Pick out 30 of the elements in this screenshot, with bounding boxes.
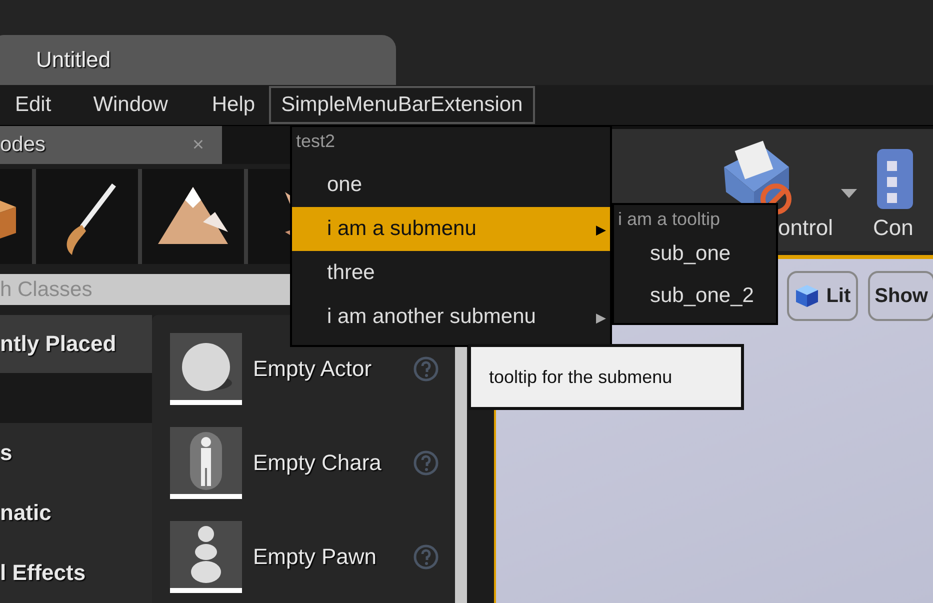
tooltip: tooltip for the submenu (468, 344, 744, 410)
menu-item[interactable]: Window (81, 86, 180, 124)
item-label[interactable]: Empty Chara (253, 450, 413, 476)
tab-title: odes (0, 133, 46, 158)
cube-icon (794, 283, 820, 309)
submenu-arrow-icon: ▶ (596, 222, 610, 236)
viewport-button[interactable]: Lit (787, 271, 858, 321)
category-item[interactable]: l Effects (0, 543, 152, 603)
menu-item[interactable]: SimpleMenuBarExtension (269, 86, 535, 124)
submenu-arrow-icon: ▶ (596, 310, 610, 324)
document-tab[interactable]: Untitled (0, 35, 396, 85)
modes-tab[interactable]: odes × (0, 126, 222, 164)
menu-header: i am a tooltip (617, 208, 722, 231)
mode-tile[interactable] (142, 169, 244, 264)
caret-icon[interactable] (841, 189, 857, 198)
category-item[interactable]: s (0, 423, 152, 483)
menu-entry[interactable]: one (292, 163, 610, 207)
viewport-button[interactable]: Show (868, 271, 933, 321)
category-item[interactable]: ntly Placed (0, 315, 152, 373)
item-label[interactable]: Empty Pawn (253, 544, 413, 570)
menu-entry[interactable]: i am a submenu ▶ (292, 207, 610, 251)
mode-tile[interactable] (36, 169, 138, 264)
menu-item[interactable]: Edit (3, 86, 64, 124)
toolbar-button[interactable]: Con (873, 129, 933, 251)
item-label[interactable]: Empty Actor (253, 356, 413, 382)
category-item[interactable]: natic (0, 483, 152, 543)
menu-header: test2 (295, 130, 336, 153)
menu-entry[interactable]: sub_one (614, 233, 776, 275)
menu-entry[interactable]: sub_one_2 (614, 275, 776, 317)
menu-item[interactable]: Help (200, 86, 268, 124)
